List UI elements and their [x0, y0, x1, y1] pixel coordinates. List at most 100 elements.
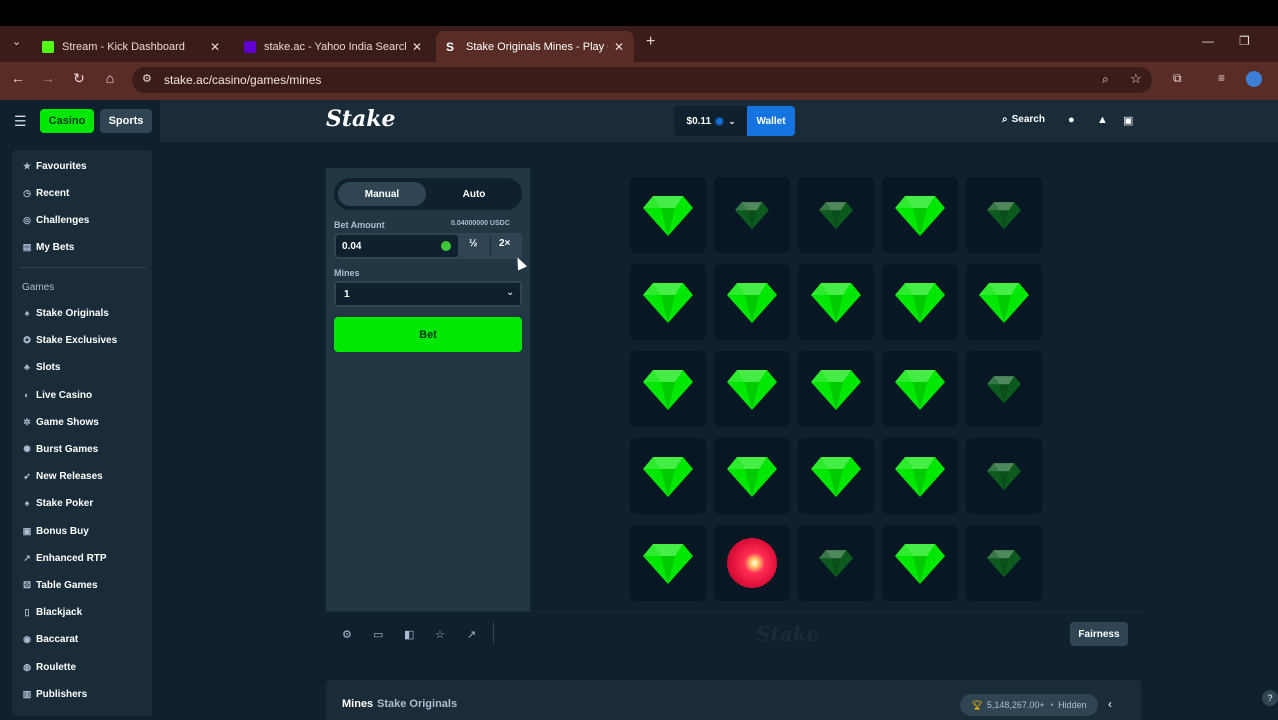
gem-icon	[727, 457, 777, 497]
sidebar-item-enhanced-rtp[interactable]: ↗ Enhanced RTP	[22, 551, 106, 565]
sidebar-item-game-shows[interactable]: ✲ Game Shows	[22, 415, 99, 429]
close-icon[interactable]: ✕	[412, 40, 422, 54]
url-text[interactable]: stake.ac/casino/games/mines	[164, 73, 321, 87]
game-provider[interactable]: Stake Originals	[377, 698, 457, 710]
sports-button[interactable]: Sports	[100, 109, 152, 133]
cherry-icon: ♣	[24, 362, 30, 372]
sidebar-item-favourites[interactable]: ★ Favourites	[22, 159, 87, 173]
tab-manual[interactable]: Manual	[338, 182, 426, 206]
sidebar-item-challenges[interactable]: ◎ Challenges	[22, 213, 89, 227]
mine-tile[interactable]	[966, 351, 1042, 427]
sidebar-item-blackjack[interactable]: ▯ Blackjack	[22, 605, 83, 619]
stats-icon[interactable]: ◧	[404, 628, 414, 641]
mine-tile[interactable]	[630, 177, 706, 253]
theatre-mode-icon[interactable]: ▭	[373, 628, 383, 641]
tab-auto[interactable]: Auto	[430, 182, 518, 206]
mine-tile[interactable]	[714, 525, 790, 601]
settings-icon[interactable]: ⚙	[342, 628, 352, 641]
site-info-icon[interactable]: ⚙	[142, 72, 152, 85]
sidebar-item-slots[interactable]: ♣ Slots	[22, 360, 60, 374]
sidebar-item-label: Stake Originals	[36, 307, 109, 319]
home-icon[interactable]: ⌂	[100, 70, 120, 86]
mine-tile[interactable]	[966, 525, 1042, 601]
new-tab-button[interactable]: +	[646, 33, 655, 51]
mine-tile[interactable]	[882, 525, 958, 601]
bet-button[interactable]: Bet	[334, 317, 522, 352]
mine-tile[interactable]	[966, 438, 1042, 514]
prize-pill[interactable]: 🏆︎ 5,148,267.00+ ◔ Hidden	[960, 694, 1098, 716]
tab-search-icon[interactable]: ⌄	[12, 35, 21, 48]
mine-tile[interactable]	[882, 177, 958, 253]
half-bet-button[interactable]: ½	[469, 238, 477, 249]
gem-icon	[987, 550, 1021, 578]
favourite-star-icon[interactable]: ☆	[435, 628, 445, 641]
close-icon[interactable]: ✕	[614, 40, 624, 54]
tab-stake[interactable]: S Stake Originals Mines - Play On ✕	[436, 31, 634, 62]
mine-tile[interactable]	[882, 438, 958, 514]
prize-value: 5,148,267.00+	[986, 700, 1045, 710]
footer-divider	[493, 622, 494, 644]
extensions-icon[interactable]: ⧉	[1173, 71, 1182, 86]
mine-tile[interactable]	[882, 351, 958, 427]
stake-logo[interactable]: Stake	[326, 106, 396, 132]
mines-select[interactable]: 1	[334, 281, 522, 307]
bet-amount-input[interactable]: 0.04	[336, 235, 458, 257]
bookmark-star-icon[interactable]: ☆	[1130, 71, 1142, 87]
mine-tile[interactable]	[966, 177, 1042, 253]
mine-tile[interactable]	[882, 264, 958, 340]
zoom-icon[interactable]: ⌕	[1102, 72, 1109, 87]
menu-icon[interactable]: ☰	[14, 113, 27, 130]
sidebar-item-publishers[interactable]: ▥ Publishers	[22, 687, 87, 701]
double-bet-button[interactable]: 2×	[499, 238, 510, 249]
tab-yahoo[interactable]: stake.ac - Yahoo India Search R ✕	[234, 31, 432, 62]
kick-icon	[42, 40, 54, 53]
wallet-button[interactable]: Wallet	[747, 106, 795, 136]
search-button[interactable]: ⌕ Search	[1002, 114, 1045, 125]
mine-tile[interactable]	[798, 351, 874, 427]
mine-tile[interactable]	[966, 264, 1042, 340]
sidebar-item-stake-exclusives[interactable]: ✪ Stake Exclusives	[22, 333, 117, 347]
mine-tile[interactable]	[630, 264, 706, 340]
mine-tile[interactable]	[714, 264, 790, 340]
minimize-icon[interactable]: —	[1202, 34, 1214, 48]
tab-kick[interactable]: Stream - Kick Dashboard ✕	[32, 31, 230, 62]
forward-icon[interactable]: →	[38, 70, 58, 86]
mine-tile[interactable]	[630, 525, 706, 601]
mine-tile[interactable]	[798, 264, 874, 340]
mines-label: Mines	[334, 268, 360, 278]
share-icon[interactable]: ↗	[467, 628, 476, 641]
sidebar-item-bonus-buy[interactable]: ▣ Bonus Buy	[22, 524, 89, 538]
casino-button[interactable]: Casino	[40, 109, 94, 133]
user-icon[interactable]: ●	[1068, 114, 1075, 126]
back-icon[interactable]: ←	[8, 70, 28, 86]
live-support-icon[interactable]: ?	[1262, 690, 1278, 706]
sidebar-item-my-bets[interactable]: ▤ My Bets	[22, 240, 75, 254]
bell-icon[interactable]: ▲	[1097, 114, 1108, 126]
mine-tile[interactable]	[714, 351, 790, 427]
chat-icon[interactable]: ▣	[1123, 114, 1133, 127]
fairness-button[interactable]: Fairness	[1070, 622, 1128, 646]
sidebar-item-live-casino[interactable]: ◐ Live Casino	[22, 388, 92, 402]
media-icon[interactable]: ≡	[1218, 71, 1225, 85]
sidebar-item-new-releases[interactable]: ➶ New Releases	[22, 469, 103, 483]
sidebar-item-baccarat[interactable]: ◉ Baccarat	[22, 632, 78, 646]
sidebar-item-burst-games[interactable]: ✺ Burst Games	[22, 442, 98, 456]
mine-tile[interactable]	[714, 177, 790, 253]
sidebar-item-stake-poker[interactable]: ♠ Stake Poker	[22, 496, 94, 510]
mine-tile[interactable]	[798, 438, 874, 514]
reload-icon[interactable]: ↻	[69, 70, 89, 87]
mine-tile[interactable]	[714, 438, 790, 514]
sidebar-item-stake-originals[interactable]: ♠ Stake Originals	[22, 306, 109, 320]
balance-selector[interactable]: $0.11 ◉ ⌄	[674, 106, 748, 136]
chevron-left-icon[interactable]: ‹	[1108, 697, 1112, 711]
mine-tile[interactable]	[798, 525, 874, 601]
close-icon[interactable]: ✕	[210, 40, 220, 54]
sidebar-item-roulette[interactable]: ◍ Roulette	[22, 660, 76, 674]
mine-tile[interactable]	[798, 177, 874, 253]
sidebar-item-table-games[interactable]: ⚄ Table Games	[22, 578, 97, 592]
sidebar-item-recent[interactable]: ◷ Recent	[22, 186, 69, 200]
mine-tile[interactable]	[630, 351, 706, 427]
restore-icon[interactable]: ❐	[1239, 34, 1250, 48]
mine-tile[interactable]	[630, 438, 706, 514]
profile-avatar[interactable]	[1246, 71, 1262, 87]
